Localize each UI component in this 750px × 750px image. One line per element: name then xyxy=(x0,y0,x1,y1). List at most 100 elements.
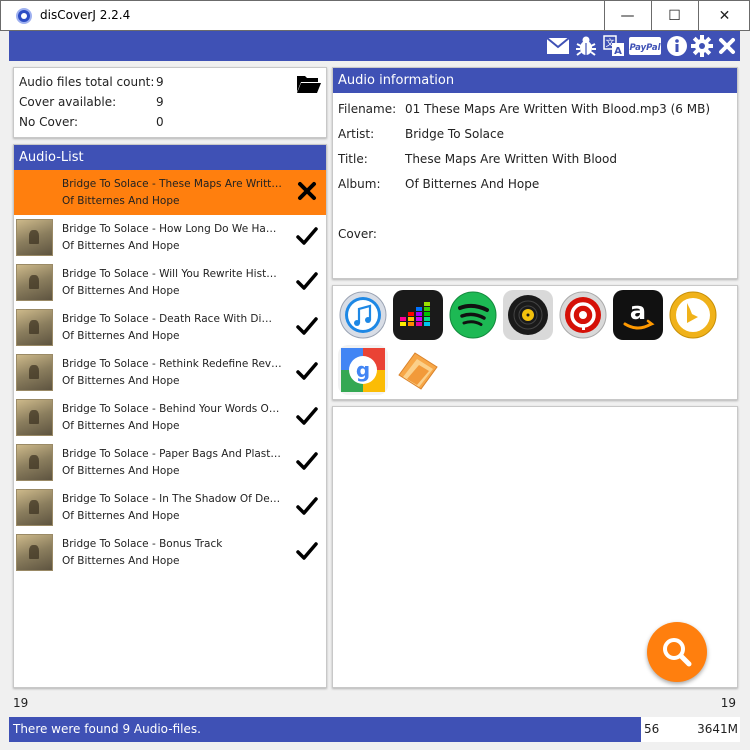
audio-list-body: Bridge To Solace - These Maps Are Writte… xyxy=(14,170,326,575)
mail-icon[interactable] xyxy=(546,35,570,57)
minimize-button[interactable]: — xyxy=(604,1,650,31)
spotify-icon[interactable] xyxy=(448,290,498,340)
title-label: Title: xyxy=(338,152,368,166)
bug-icon[interactable] xyxy=(574,35,598,57)
paypal-label: PayPal xyxy=(629,43,661,53)
google-icon[interactable]: g xyxy=(338,345,388,395)
list-item-title: Bridge To Solace - Will You Rewrite Hist… xyxy=(62,268,282,280)
open-folder-icon[interactable] xyxy=(296,74,322,97)
album-cover-thumbnail xyxy=(16,399,53,436)
memory-total: 3641M xyxy=(697,722,738,736)
vinyl-icon[interactable] xyxy=(503,290,553,340)
list-item-title: Bridge To Solace - In The Shadow Of Deat… xyxy=(62,493,282,505)
list-item-album: Of Bitternes And Hope xyxy=(62,375,180,387)
list-item-title: Bridge To Solace - How Long Do We Have L… xyxy=(62,223,282,235)
album-value: Of Bitternes And Hope xyxy=(405,177,540,191)
checkmark-icon xyxy=(296,360,318,382)
itunes-icon[interactable] xyxy=(338,290,388,340)
album-cover-thumbnail xyxy=(16,534,53,571)
search-icon xyxy=(663,638,692,667)
list-item-album: Of Bitternes And Hope xyxy=(62,285,180,297)
list-item[interactable]: Bridge To Solace - Will You Rewrite Hist… xyxy=(14,260,326,305)
svg-text:A: A xyxy=(614,46,622,57)
app-logo-icon xyxy=(16,8,32,24)
svg-text:a: a xyxy=(630,297,646,325)
cover-available-value: 9 xyxy=(156,95,164,109)
slider-max-value: 19 xyxy=(720,696,736,710)
album-cover-thumbnail xyxy=(16,354,53,391)
list-item-album: Of Bitternes And Hope xyxy=(62,330,180,342)
cover-label: Cover: xyxy=(338,227,377,241)
checkmark-icon xyxy=(296,540,318,562)
search-button[interactable] xyxy=(647,622,707,682)
album-cover-thumbnail xyxy=(16,309,53,346)
size-slider[interactable]: 19 19 xyxy=(9,692,740,712)
no-cover-value: 0 xyxy=(156,115,164,129)
status-bar: There were found 9 Audio-files. 56 3641M xyxy=(9,717,740,742)
checkmark-icon xyxy=(296,225,318,247)
amazon-icon[interactable]: a xyxy=(613,290,663,340)
list-item[interactable]: Bridge To Solace - In The Shadow Of Deat… xyxy=(14,485,326,530)
no-cover-label: No Cover: xyxy=(19,115,79,129)
list-item-album: Of Bitternes And Hope xyxy=(62,555,180,567)
list-item[interactable]: Bridge To Solace - Paper Bags And Plasti… xyxy=(14,440,326,485)
album-cover-thumbnail xyxy=(16,264,53,301)
list-item-title: Bridge To Solace - Paper Bags And Plasti… xyxy=(62,448,282,460)
list-item-album: Of Bitternes And Hope xyxy=(62,195,180,207)
bing-icon[interactable] xyxy=(668,290,718,340)
list-item-title: Bridge To Solace - These Maps Are Writte… xyxy=(62,178,282,190)
checkmark-icon xyxy=(296,405,318,427)
svg-text:g: g xyxy=(356,358,370,382)
slider-min-value: 19 xyxy=(13,696,29,710)
list-item[interactable]: Bridge To Solace - Behind Your Words Of … xyxy=(14,395,326,440)
list-item-title: Bridge To Solace - Bonus Track xyxy=(62,538,223,550)
artist-value: Bridge To Solace xyxy=(405,127,505,141)
audio-list-header: Audio-List xyxy=(14,145,326,170)
gear-icon[interactable] xyxy=(690,35,714,57)
info-icon[interactable] xyxy=(665,35,689,57)
artist-label: Artist: xyxy=(338,127,375,141)
paypal-icon[interactable]: PayPal xyxy=(629,35,661,57)
close-icon[interactable] xyxy=(715,35,739,57)
checkmark-icon xyxy=(296,315,318,337)
cover-result-panel xyxy=(332,406,738,688)
checkmark-icon xyxy=(296,495,318,517)
title-value: These Maps Are Written With Blood xyxy=(405,152,617,166)
toolbar: 文A PayPal xyxy=(9,31,740,61)
translate-icon[interactable]: 文A xyxy=(602,35,626,57)
album-label: Album: xyxy=(338,177,381,191)
list-item-album: Of Bitternes And Hope xyxy=(62,510,180,522)
album-cover-thumbnail xyxy=(16,219,53,256)
list-item-title: Bridge To Solace - Rethink Redefine Revo… xyxy=(62,358,282,370)
total-count-label: Audio files total count: xyxy=(19,75,155,89)
list-item-album: Of Bitternes And Hope xyxy=(62,465,180,477)
total-count-value: 9 xyxy=(156,75,164,89)
memory-used: 56 xyxy=(644,722,660,736)
window-title: disCoverJ 2.2.4 xyxy=(40,8,131,22)
stats-panel: Audio files total count: 9 Cover availab… xyxy=(13,67,327,138)
cover-available-label: Cover available: xyxy=(19,95,117,109)
audio-info-header: Audio information xyxy=(333,68,737,93)
checkmark-icon xyxy=(296,450,318,472)
lastfm-icon[interactable] xyxy=(558,290,608,340)
title-bar: disCoverJ 2.2.4 — ☐ ✕ xyxy=(0,0,750,31)
list-item[interactable]: Bridge To Solace - Rethink Redefine Revo… xyxy=(14,350,326,395)
list-item-album: Of Bitternes And Hope xyxy=(62,420,180,432)
filename-value: 01 These Maps Are Written With Blood.mp3… xyxy=(405,102,711,116)
audio-info-panel: Audio information Filename: 01 These Map… xyxy=(332,67,738,279)
audio-list-panel: Audio-List Bridge To Solace - These Maps… xyxy=(13,144,327,688)
window-close-button[interactable]: ✕ xyxy=(698,1,750,31)
list-item[interactable]: Bridge To Solace - These Maps Are Writte… xyxy=(14,170,326,215)
deezer-icon[interactable] xyxy=(393,290,443,340)
status-text: There were found 9 Audio-files. xyxy=(13,722,201,736)
maximize-button[interactable]: ☐ xyxy=(651,1,697,31)
checkmark-icon xyxy=(296,270,318,292)
services-panel: a g xyxy=(332,285,738,400)
list-item[interactable]: Bridge To Solace - How Long Do We Have L… xyxy=(14,215,326,260)
list-item-title: Bridge To Solace - Behind Your Words Of … xyxy=(62,403,282,415)
list-item[interactable]: Bridge To Solace - Death Race With Dimen… xyxy=(14,305,326,350)
album-cover-thumbnail xyxy=(16,444,53,481)
folder-icon[interactable] xyxy=(393,345,443,395)
list-item[interactable]: Bridge To Solace - Bonus Track Of Bittern… xyxy=(14,530,326,575)
list-item-title: Bridge To Solace - Death Race With Dimen… xyxy=(62,313,282,325)
